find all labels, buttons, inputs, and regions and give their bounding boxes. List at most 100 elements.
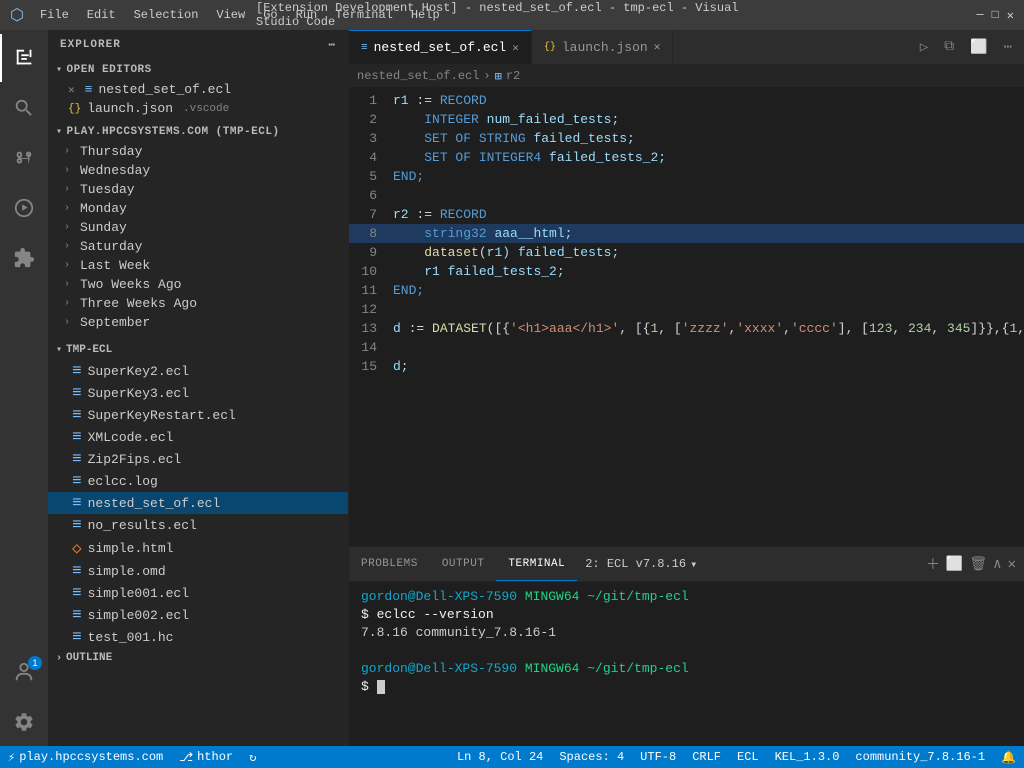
file-test001[interactable]: ≡ test_001.hc: [48, 626, 348, 648]
split-button[interactable]: ⧉: [940, 37, 958, 57]
tree-threeweeks[interactable]: › Three Weeks Ago: [48, 294, 348, 313]
activity-scm[interactable]: [0, 134, 48, 182]
line-content-10[interactable]: r1 failed_tests_2;: [389, 262, 1024, 281]
tab-launch[interactable]: {} launch.json ✕: [532, 30, 673, 64]
panel-tab-terminal[interactable]: TERMINAL: [496, 547, 577, 581]
status-encoding[interactable]: UTF-8: [632, 746, 684, 768]
split-terminal-button[interactable]: ⬜: [946, 556, 963, 573]
activity-settings[interactable]: [0, 698, 48, 746]
line-content-8[interactable]: string32 aaa__html;: [389, 224, 1024, 243]
status-spaces[interactable]: Spaces: 4: [551, 746, 632, 768]
activity-extensions[interactable]: [0, 234, 48, 282]
tmp-ecl-header[interactable]: ▾ TMP-ECL: [48, 340, 348, 360]
file-superkeyrestart[interactable]: ≡ SuperKeyRestart.ecl: [48, 404, 348, 426]
run-button[interactable]: ▷: [916, 37, 932, 58]
menu-selection[interactable]: Selection: [126, 6, 207, 24]
line-content-4[interactable]: SET OF INTEGER4 failed_tests_2;: [389, 148, 1024, 167]
status-community[interactable]: community_7.8.16-1: [847, 746, 993, 768]
menu-view[interactable]: View: [208, 6, 253, 24]
terminal-selector[interactable]: 2: ECL v7.8.16 ▾: [577, 547, 705, 581]
line-content-1[interactable]: r1 := RECORD: [389, 91, 1024, 110]
terminal-content[interactable]: gordon@Dell-XPS-7590 MINGW64 ~/git/tmp-e…: [349, 582, 1024, 746]
file-xmlcode[interactable]: ≡ XMLcode.ecl: [48, 426, 348, 448]
tree-saturday[interactable]: › Saturday: [48, 237, 348, 256]
file-simple-html[interactable]: ◇ simple.html: [48, 536, 348, 560]
tree-september[interactable]: › September: [48, 313, 348, 332]
open-editors-section: ▾ OPEN EDITORS ✕ ≡ nested_set_of.ecl {} …: [48, 60, 348, 118]
menu-edit[interactable]: Edit: [79, 6, 124, 24]
file-eclcc-log[interactable]: ≡ eclcc.log: [48, 470, 348, 492]
status-position[interactable]: Ln 8, Col 24: [449, 746, 551, 768]
open-file-nested[interactable]: ✕ ≡ nested_set_of.ecl: [48, 80, 348, 99]
thursday-label: Thursday: [80, 144, 142, 159]
line-content-15[interactable]: d;: [389, 357, 1024, 376]
status-bell[interactable]: 🔔: [993, 746, 1024, 768]
outline-section[interactable]: › OUTLINE: [48, 648, 348, 668]
menu-file[interactable]: File: [32, 6, 77, 24]
activity-search[interactable]: [0, 84, 48, 132]
activity-explorer[interactable]: [0, 34, 48, 82]
line-content-5[interactable]: END;: [389, 167, 1024, 186]
status-sync[interactable]: ↻: [241, 746, 264, 768]
kill-terminal-button[interactable]: ∧: [993, 556, 1001, 573]
breadcrumb-symbol[interactable]: r2: [506, 69, 520, 83]
term-line-3: 7.8.16 community_7.8.16-1: [361, 624, 1012, 642]
open-editors-header[interactable]: ▾ OPEN EDITORS: [48, 60, 348, 80]
simple-html-label: simple.html: [88, 541, 174, 556]
tree-tuesday[interactable]: › Tuesday: [48, 180, 348, 199]
file-zip2fips[interactable]: ≡ Zip2Fips.ecl: [48, 448, 348, 470]
line-content-7[interactable]: r2 := RECORD: [389, 205, 1024, 224]
line-content-3[interactable]: SET OF STRING failed_tests;: [389, 129, 1024, 148]
term-path-1: MINGW64 ~/git/tmp-ecl: [525, 589, 689, 604]
open-file-launch[interactable]: {} launch.json .vscode: [48, 99, 348, 118]
status-kel[interactable]: KEL_1.3.0: [767, 746, 848, 768]
minimize-button[interactable]: ─: [976, 8, 983, 23]
status-remote[interactable]: ⚡ play.hpccsystems.com: [0, 746, 171, 768]
code-editor[interactable]: 1 r1 := RECORD 2 INTEGER num_failed_test…: [349, 87, 1024, 546]
tab-launch-close[interactable]: ✕: [654, 40, 661, 54]
file-no-results[interactable]: ≡ no_results.ecl: [48, 514, 348, 536]
activity-account[interactable]: [0, 648, 48, 696]
close-panel-button[interactable]: ✕: [1008, 556, 1016, 573]
trash-terminal-button[interactable]: 🗑: [969, 556, 987, 573]
line-content-9[interactable]: dataset(r1) failed_tests;: [389, 243, 1024, 262]
sidebar-more-icon[interactable]: ⋯: [328, 38, 336, 52]
file-nested-set[interactable]: ≡ nested_set_of.ecl: [48, 492, 348, 514]
panel-tab-output[interactable]: OUTPUT: [430, 547, 497, 581]
maximize-button[interactable]: □: [992, 8, 999, 23]
file-superkey2[interactable]: ≡ SuperKey2.ecl: [48, 360, 348, 382]
line-content-13[interactable]: d := DATASET([{'<h1>aaa</h1>', [{1, ['zz…: [389, 319, 1024, 338]
breadcrumb-file[interactable]: nested_set_of.ecl: [357, 69, 479, 83]
status-language[interactable]: ECL: [729, 746, 767, 768]
file-simple002[interactable]: ≡ simple002.ecl: [48, 604, 348, 626]
tree-lastweek[interactable]: › Last Week: [48, 256, 348, 275]
activity-run[interactable]: [0, 184, 48, 232]
code-line-8: 8 string32 aaa__html;: [349, 224, 1024, 243]
split-vertical-button[interactable]: ⬜: [966, 37, 991, 58]
tree-sunday[interactable]: › Sunday: [48, 218, 348, 237]
close-nested-icon[interactable]: ✕: [68, 83, 75, 97]
bell-icon: 🔔: [1001, 750, 1016, 765]
more-tab-actions[interactable]: ⋯: [1000, 37, 1016, 58]
file-superkey3[interactable]: ≡ SuperKey3.ecl: [48, 382, 348, 404]
close-button[interactable]: ✕: [1007, 8, 1014, 23]
editor-toolbar: nested_set_of.ecl › ⊞ r2: [349, 65, 1024, 87]
file-simple001[interactable]: ≡ simple001.ecl: [48, 582, 348, 604]
tree-wednesday[interactable]: › Wednesday: [48, 161, 348, 180]
tab-nested-close[interactable]: ✕: [512, 41, 519, 55]
remote-section-header[interactable]: ▾ PLAY.HPCCSYSTEMS.COM (TMP-ECL): [48, 122, 348, 142]
add-terminal-button[interactable]: ＋: [926, 554, 940, 574]
file-simple-omd[interactable]: ≡ simple.omd: [48, 560, 348, 582]
tab-nested[interactable]: ≡ nested_set_of.ecl ✕: [349, 30, 532, 64]
line-content-11[interactable]: END;: [389, 281, 1024, 300]
tree-monday[interactable]: › Monday: [48, 199, 348, 218]
tree-twoweeks[interactable]: › Two Weeks Ago: [48, 275, 348, 294]
tmp-ecl-section: ▾ TMP-ECL ≡ SuperKey2.ecl ≡ SuperKey3.ec…: [48, 340, 348, 648]
thursday-chevron: ›: [64, 146, 76, 157]
status-eol[interactable]: CRLF: [684, 746, 729, 768]
tree-thursday[interactable]: › Thursday: [48, 142, 348, 161]
status-branch-text: hthor: [197, 750, 233, 764]
status-branch[interactable]: ⎇ hthor: [171, 746, 241, 768]
panel-tab-problems[interactable]: PROBLEMS: [349, 547, 430, 581]
line-content-2[interactable]: INTEGER num_failed_tests;: [389, 110, 1024, 129]
